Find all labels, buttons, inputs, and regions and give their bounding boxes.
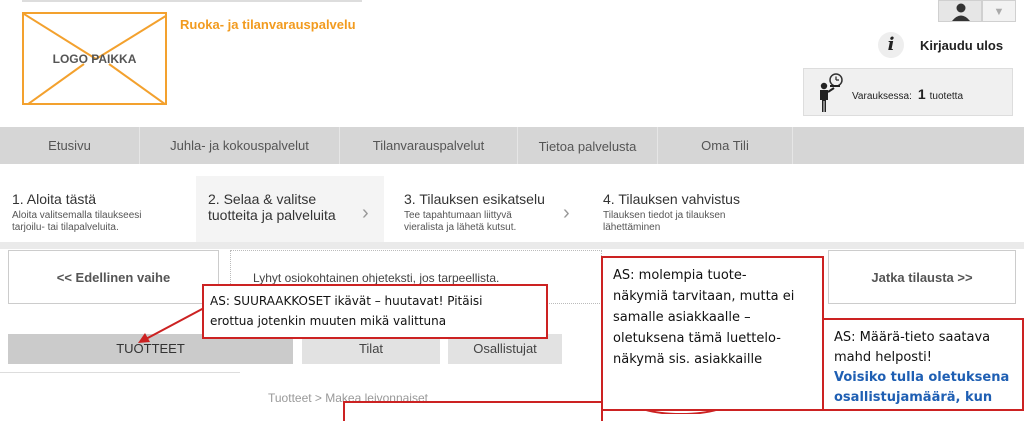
help-text: Lyhyt osiokohtainen ohjeteksti, jos tarp… <box>253 271 500 285</box>
info-icon: i <box>878 32 904 58</box>
annotation-2-line3: samalle asiakkaalle – <box>613 310 751 325</box>
top-divider <box>22 0 362 2</box>
annotation-2-line1: AS: molempia tuote- <box>613 268 747 283</box>
step-3-desc: Tee tapahtumaan liittyvä vieralista ja l… <box>404 210 574 234</box>
nav-item-tietoa-palvelusta[interactable]: Tietoa palvelusta <box>518 127 658 164</box>
annotation-1-line2: erottua jotenkin muuten mikä valittuna <box>210 314 447 328</box>
previous-step-button[interactable]: << Edellinen vaihe <box>8 250 219 304</box>
annotation-1-line1: AS: SUURAAKKOSET ikävät – huutavat! Pitä… <box>210 294 483 308</box>
waiter-clock-icon <box>820 73 843 112</box>
main-nav: Etusivu Juhla- ja kokouspalvelut Tilanva… <box>0 127 1024 164</box>
annotation-3-line1: AS: Määrä-tieto saatava <box>834 330 991 345</box>
nav-filler <box>793 127 1024 164</box>
cart-label: Varauksessa: <box>852 91 912 102</box>
annotation-note-3: AS: Määrä-tieto saatava mahd helposti! V… <box>822 318 1024 411</box>
step-4-desc: Tilauksen tiedot ja tilauksen lähettämin… <box>603 210 803 234</box>
steps-divider <box>0 242 1024 249</box>
cart-status: Varauksessa: 1 tuotetta <box>852 86 963 102</box>
user-menu-dropdown[interactable]: ▼ <box>982 0 1016 22</box>
annotation-arrow <box>138 307 205 343</box>
nav-item-juhla-kokouspalvelut[interactable]: Juhla- ja kokouspalvelut <box>140 127 340 164</box>
cart-summary[interactable]: Varauksessa: 1 tuotetta <box>803 68 1013 116</box>
step-4-desc-line1: Tilauksen tiedot ja tilauksen <box>603 210 726 221</box>
step-2-title-line1: 2. Selaa & valitse <box>208 191 317 207</box>
step-3-desc-line1: Tee tapahtumaan liittyvä <box>404 210 512 221</box>
step-3-desc-line2: vieralista ja lähetä kutsut. <box>404 222 517 233</box>
user-icon <box>952 3 970 21</box>
cart-unit: tuotetta <box>929 91 963 102</box>
annotation-note-2: AS: molempia tuote- näkymiä tarvitaan, m… <box>601 256 824 411</box>
step-4-desc-line2: lähettäminen <box>603 222 661 233</box>
annotation-note-1: AS: SUURAAKKOSET ikävät – huutavat! Pitä… <box>202 284 548 339</box>
logo-placeholder: LOGO PAIKKA <box>22 12 167 105</box>
annotation-box-4 <box>343 401 603 421</box>
chevron-down-icon: ▼ <box>993 6 1005 18</box>
step-2-current[interactable]: 2. Selaa & valitse tuotteita ja palvelui… <box>196 176 384 242</box>
nav-item-tilanvarauspalvelut[interactable]: Tilanvarauspalvelut <box>340 127 518 164</box>
sidebar-area <box>0 372 240 412</box>
service-title: Ruoka- ja tilanvarauspalvelu <box>180 17 356 32</box>
annotation-3-line4: osallistujamäärä, kun <box>834 390 993 405</box>
nav-item-oma-tili[interactable]: Oma Tili <box>658 127 793 164</box>
logo-text: LOGO PAIKKA <box>52 52 137 66</box>
chevron-right-icon: › <box>362 202 369 224</box>
step-3-title: 3. Tilauksen esikatselu <box>404 191 545 207</box>
annotation-3-line3: Voisiko tulla oletuksena <box>834 370 1010 385</box>
chevron-right-icon: › <box>563 202 570 224</box>
annotation-2-line5: näkymä sis. asiakkaille <box>613 352 763 367</box>
continue-order-button[interactable]: Jatka tilausta >> <box>828 250 1016 304</box>
annotation-3-line2: mahd helposti! <box>834 350 933 365</box>
nav-item-etusivu[interactable]: Etusivu <box>0 127 140 164</box>
step-1-desc-line1: Aloita valitsemalla tilaukseesi <box>12 210 142 221</box>
logout-link[interactable]: Kirjaudu ulos <box>920 38 1003 53</box>
progress-steps: 1. Aloita tästä Aloita valitsemalla tila… <box>0 176 1024 242</box>
cart-count: 1 <box>917 86 926 102</box>
step-1-desc-line2: tarjoilu- tai tilapalveluita. <box>12 222 119 233</box>
step-1-title: 1. Aloita tästä <box>12 191 97 207</box>
step-4-title: 4. Tilauksen vahvistus <box>603 191 740 207</box>
step-1-desc: Aloita valitsemalla tilaukseesi tarjoilu… <box>12 210 192 234</box>
user-menu-button[interactable] <box>938 0 982 22</box>
annotation-2-line2: näkymiä tarvitaan, mutta ei <box>613 289 795 304</box>
step-2-title-line2: tuotteita ja palveluita <box>208 207 336 223</box>
annotation-2-line4: oletuksena tämä luettelo- <box>613 331 781 346</box>
